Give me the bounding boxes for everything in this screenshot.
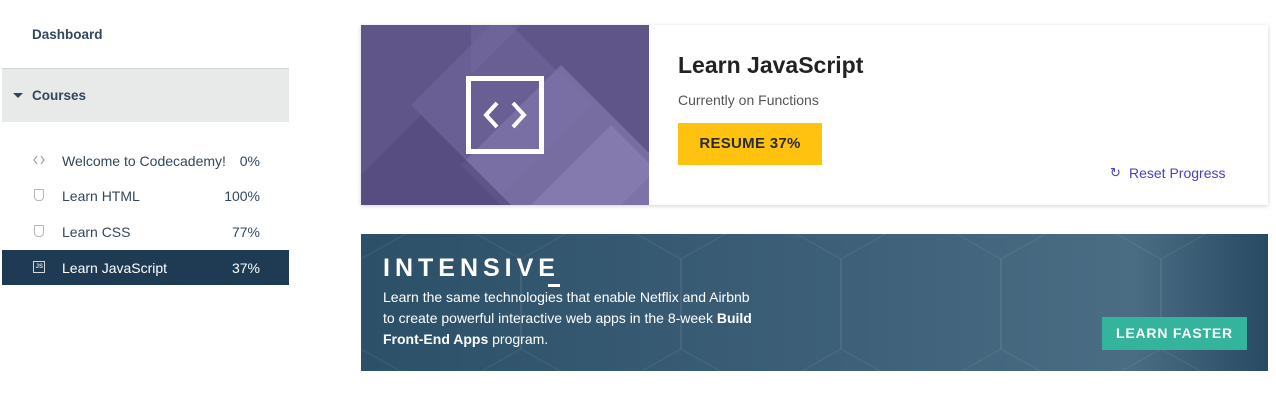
js-icon: JS [32,260,46,274]
sidebar-item-label: Learn CSS [62,223,131,240]
reset-progress-label: Reset Progress [1129,165,1226,181]
sidebar-dashboard-link[interactable]: Dashboard [2,20,289,52]
caret-down-icon [13,93,23,98]
course-card: Learn JavaScript Currently on Functions … [361,25,1268,205]
code-brackets-icon [466,76,544,154]
course-image [361,25,649,205]
intensive-text-part2: program. [488,331,549,347]
intensive-description: Learn the same technologies that enable … [383,287,753,350]
sidebar-item-percent: 77% [231,223,260,240]
sidebar-courses-toggle[interactable]: Courses [2,68,289,122]
code-brackets-icon [32,153,46,167]
sidebar-item-label: Learn HTML [62,187,140,204]
sidebar-item-html[interactable]: Learn HTML 100% [2,178,289,213]
learn-faster-button[interactable]: LEARN FASTER [1102,317,1247,350]
sidebar-item-percent: 100% [224,187,260,204]
sidebar-item-javascript[interactable]: JS Learn JavaScript 37% [2,250,289,285]
reset-progress-link[interactable]: ↻ Reset Progress [1110,165,1225,181]
sidebar-item-percent: 37% [231,259,260,276]
sidebar: Dashboard Courses Welcome to Codecademy!… [2,0,289,409]
refresh-icon: ↻ [1110,165,1121,180]
courses-label: Courses [32,88,87,103]
sidebar-item-welcome[interactable]: Welcome to Codecademy! 0% [2,143,289,178]
resume-button[interactable]: RESUME 37% [678,123,822,165]
css3-icon [32,224,46,238]
sidebar-item-label: Welcome to Codecademy! [62,152,226,169]
sidebar-item-label: Learn JavaScript [62,259,168,276]
sidebar-item-percent: 0% [239,152,260,169]
course-subtitle: Currently on Functions [678,92,819,108]
intensive-text-part1: Learn the same technologies that enable … [383,289,750,326]
html5-icon [32,188,46,202]
sidebar-item-css[interactable]: Learn CSS 77% [2,214,289,249]
course-title: Learn JavaScript [678,52,864,78]
page: Dashboard Courses Welcome to Codecademy!… [0,0,1276,409]
intensive-heading: INTENSIVE [383,254,560,282]
dashboard-label: Dashboard [32,27,103,42]
intensive-banner: INTENSIVE Learn the same technologies th… [361,234,1268,371]
